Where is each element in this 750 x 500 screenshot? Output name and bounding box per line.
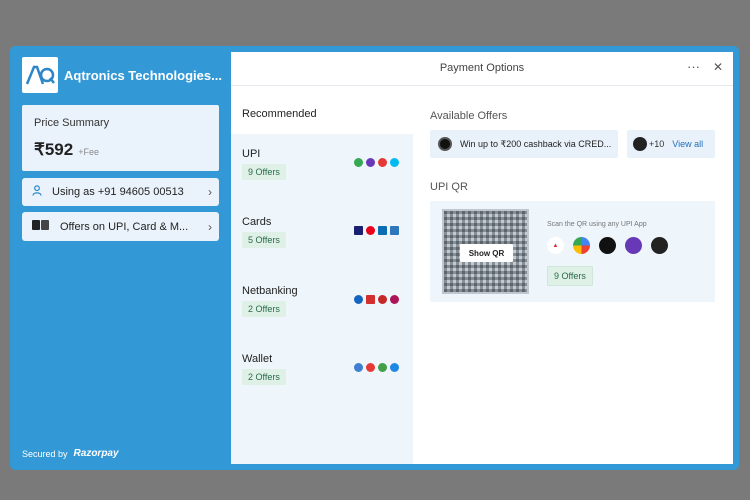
method-name: Netbanking (242, 285, 298, 297)
price-row: ₹592 +Fee (34, 140, 99, 160)
show-qr-button[interactable]: Show QR (460, 244, 513, 262)
visa-icon (354, 226, 363, 235)
price-fee: +Fee (78, 147, 99, 157)
offer-card[interactable]: Win up to ₹200 cashback via CRED... (430, 130, 618, 158)
axis-icon (390, 295, 399, 304)
view-all-link[interactable]: View all (672, 139, 703, 149)
paytm-icon (390, 158, 399, 167)
offers-badge: 5 Offers (242, 232, 286, 248)
amazon-pay-icon (651, 237, 668, 254)
phonepe-icon (625, 237, 642, 254)
razorpay-logo: Razorpay (73, 448, 119, 459)
secured-by-label: Secured by (22, 448, 68, 459)
merchant-panel: Aqtronics Technologies... Price Summary … (10, 46, 231, 470)
mastercard-icon (366, 226, 375, 235)
wallet-icon-2 (366, 363, 375, 372)
price-amount: ₹592 (34, 140, 74, 159)
merchant-brand: Aqtronics Technologies... (22, 57, 224, 93)
wallet-icon-4 (390, 363, 399, 372)
payment-methods-list: Recommended UPI 9 Offers Cards 5 Offers (231, 87, 413, 464)
available-offers-heading: Available Offers (430, 110, 508, 122)
secured-by: Secured by Razorpay (22, 448, 119, 459)
qr-code: Show QR (442, 209, 529, 294)
offers-badge: 2 Offers (242, 369, 286, 385)
price-summary-card: Price Summary ₹592 +Fee (22, 105, 219, 171)
upi-app-icons: ▲ (547, 237, 668, 254)
wallet-icon-1 (354, 363, 363, 372)
merchant-name: Aqtronics Technologies... (64, 67, 222, 83)
offers-button[interactable]: Offers on UPI, Card & M... › (22, 212, 219, 241)
hdfc-icon (366, 295, 375, 304)
icici-icon (378, 295, 387, 304)
chevron-right-icon: › (208, 219, 212, 234)
rupay-icon (378, 226, 387, 235)
amex-icon (390, 226, 399, 235)
scan-instructions: Scan the QR using any UPI App (547, 221, 647, 228)
bank-icons (354, 295, 399, 304)
method-cards[interactable]: Cards 5 Offers (231, 202, 413, 268)
method-name: Cards (242, 216, 272, 228)
cred-icon (599, 237, 616, 254)
method-netbanking[interactable]: Netbanking 2 Offers (231, 271, 413, 337)
qr-offers-badge: 9 Offers (547, 266, 593, 286)
view-all-offers[interactable]: +10 View all (627, 130, 715, 158)
header-bar: Payment Options ··· ✕ (231, 52, 733, 86)
method-upi[interactable]: UPI 9 Offers (231, 134, 413, 200)
sbi-icon (354, 295, 363, 304)
card-network-icons (354, 226, 399, 235)
user-contact-label: Using as +91 94605 00513 (52, 186, 184, 198)
recommended-heading: Recommended (231, 87, 413, 134)
close-icon[interactable]: ✕ (713, 60, 723, 74)
chevron-right-icon: › (208, 185, 212, 199)
user-contact-button[interactable]: Using as +91 94605 00513 › (22, 178, 219, 206)
upi-app-icons (354, 158, 399, 167)
gpay-icon (573, 237, 590, 254)
offer-icons (32, 220, 50, 233)
gpay-icon (354, 158, 363, 167)
wallet-icons (354, 363, 399, 372)
more-offers-count: +10 (649, 139, 665, 149)
checkout-modal: Aqtronics Technologies... Price Summary … (10, 46, 739, 470)
more-horizontal-icon[interactable]: ··· (687, 59, 700, 74)
wallet-icon-3 (378, 363, 387, 372)
phonepe-icon (366, 158, 375, 167)
upi-qr-card: Show QR Scan the QR using any UPI App ▲ … (430, 201, 715, 302)
bhim-icon: ▲ (547, 237, 564, 254)
offer-stack-icon (633, 137, 647, 151)
offers-badge: 2 Offers (242, 301, 286, 317)
user-icon (32, 185, 42, 199)
offers-badge: 9 Offers (242, 164, 286, 180)
offers-label: Offers on UPI, Card & M... (60, 220, 189, 233)
page-title: Payment Options (439, 62, 525, 74)
method-name: UPI (242, 148, 261, 160)
offer-text: Win up to ₹200 cashback via CRED... (460, 138, 612, 149)
price-summary-label: Price Summary (34, 117, 110, 129)
cred-icon (438, 137, 452, 151)
upi-qr-heading: UPI QR (430, 181, 468, 193)
method-wallet[interactable]: Wallet 2 Offers (231, 339, 413, 405)
method-name: Wallet (242, 353, 273, 365)
payment-options-panel: Payment Options ··· ✕ Recommended UPI 9 … (231, 52, 733, 464)
merchant-logo (22, 57, 58, 93)
bhim-icon (378, 158, 387, 167)
